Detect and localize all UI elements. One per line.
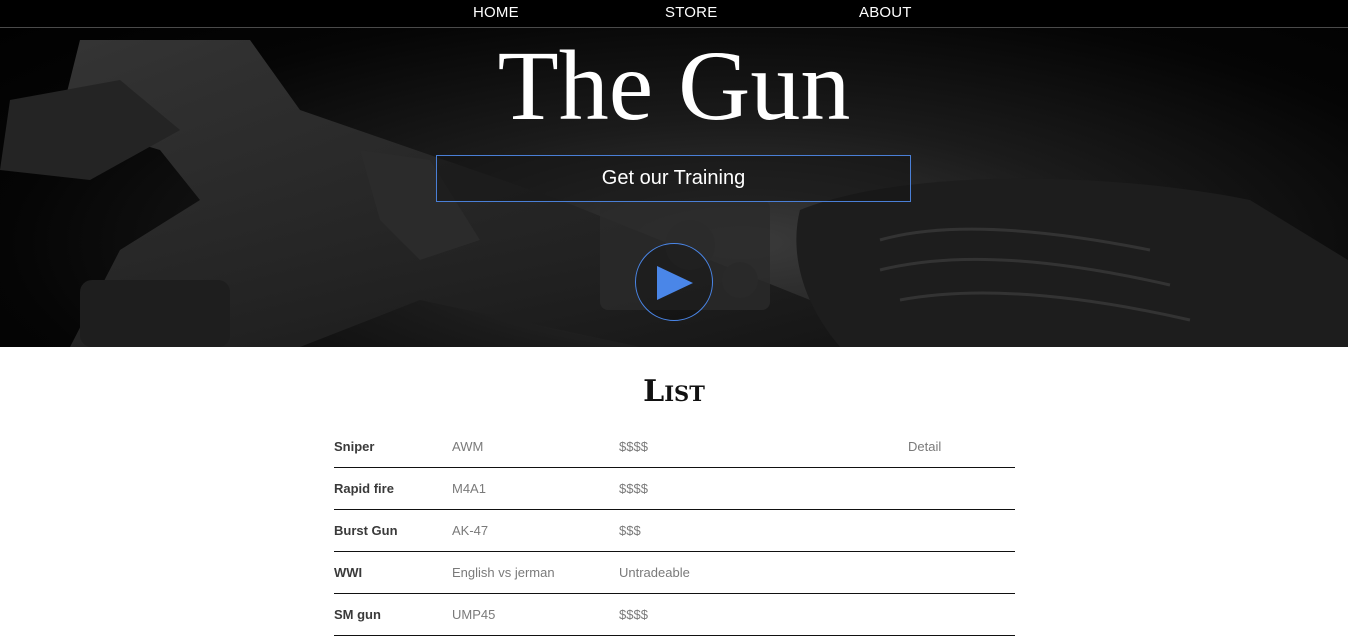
row-type: SM gun — [334, 607, 381, 622]
row-model: AK-47 — [452, 523, 489, 538]
table-row: WWI English vs jerman Untradeable — [334, 552, 1015, 594]
row-price: $$$ — [619, 523, 641, 538]
row-type: WWI — [334, 565, 363, 580]
nav-home-link[interactable]: HOME — [473, 4, 519, 21]
play-video-button[interactable] — [635, 243, 713, 321]
gun-list-table: Sniper AWM $$$$ Detail Rapid fire M4A1 $… — [334, 426, 1015, 636]
top-nav: HOME STORE ABOUT — [0, 0, 1348, 28]
row-model: UMP45 — [452, 607, 496, 622]
table-row: Rapid fire M4A1 $$$$ — [334, 468, 1015, 510]
list-heading: List — [643, 374, 705, 409]
row-type: Rapid fire — [334, 481, 394, 496]
row-model: M4A1 — [452, 481, 486, 496]
row-model: English vs jerman — [452, 565, 555, 580]
row-type: Sniper — [334, 439, 375, 454]
table-row: SM gun UMP45 $$$$ — [334, 594, 1015, 636]
nav-about-link[interactable]: ABOUT — [859, 4, 912, 21]
row-price: $$$$ — [619, 481, 648, 496]
row-model: AWM — [452, 439, 484, 454]
get-training-label: Get our Training — [601, 167, 746, 189]
row-price: Untradeable — [619, 565, 690, 580]
page-title: The Gun — [497, 30, 851, 141]
hero-banner: HOME STORE ABOUT The Gun Get our Trainin… — [0, 0, 1348, 347]
row-type: Burst Gun — [334, 523, 398, 538]
detail-link[interactable]: Detail — [908, 439, 941, 454]
nav-store-link[interactable]: STORE — [665, 4, 717, 21]
page: HOME STORE ABOUT The Gun Get our Trainin… — [0, 0, 1348, 638]
row-price: $$$$ — [619, 439, 648, 454]
table-row: Burst Gun AK-47 $$$ — [334, 510, 1015, 552]
row-price: $$$$ — [619, 607, 648, 622]
get-training-button[interactable]: Get our Training — [436, 155, 911, 202]
table-row: Sniper AWM $$$$ Detail — [334, 426, 1015, 468]
play-icon — [657, 266, 693, 300]
